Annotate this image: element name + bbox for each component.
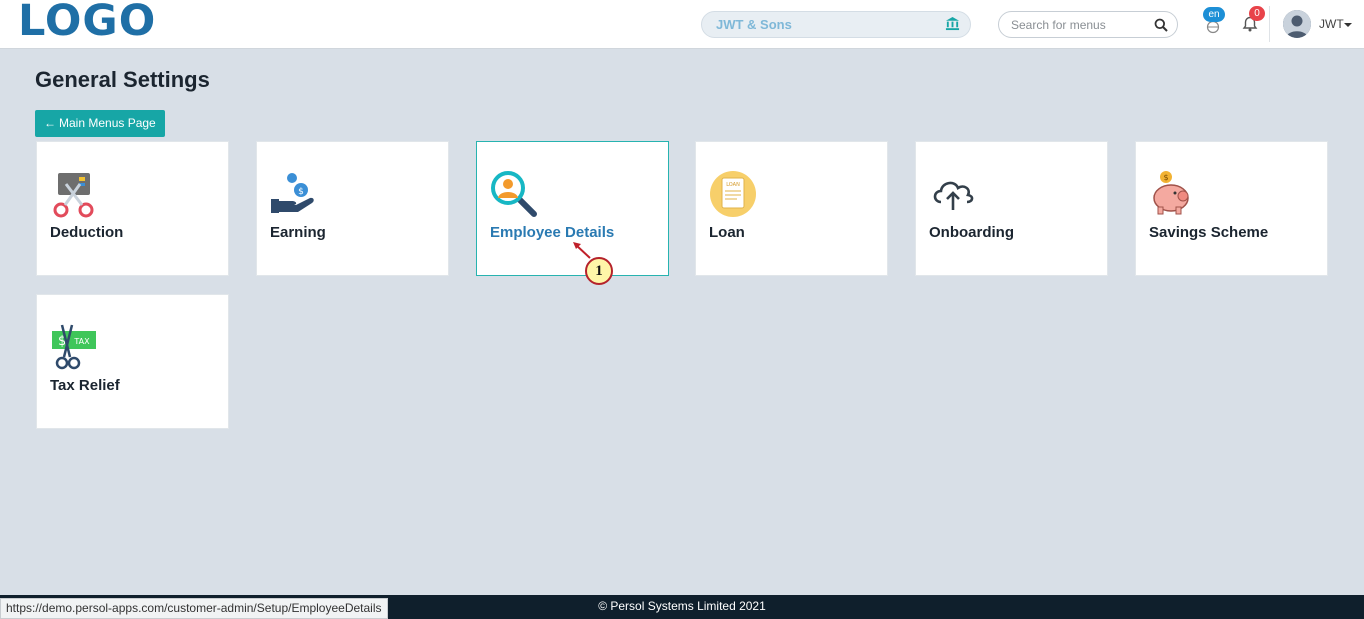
- piggy-bank-icon: $: [1153, 171, 1189, 215]
- svg-text:$: $: [1163, 173, 1168, 182]
- card-earning[interactable]: $ Earning: [256, 141, 449, 276]
- card-label: Savings Scheme: [1149, 224, 1269, 241]
- user-avatar-icon: [1283, 10, 1311, 38]
- card-onboarding[interactable]: Onboarding: [915, 141, 1108, 276]
- user-menu[interactable]: JWT: [1283, 10, 1353, 38]
- menu-search[interactable]: [998, 11, 1178, 38]
- loan-document-icon: LOAN: [710, 171, 756, 217]
- language-selector[interactable]: en: [1203, 7, 1225, 36]
- card-label: Onboarding: [929, 224, 1014, 241]
- arrow-left-icon: ←: [44, 116, 56, 130]
- language-badge: en: [1203, 7, 1225, 22]
- notifications-button[interactable]: 0: [1240, 6, 1265, 34]
- hand-coins-icon: $: [271, 173, 314, 213]
- globe-icon: [1206, 20, 1220, 34]
- top-navbar: LOGO JWT & Sons en 0: [0, 0, 1364, 49]
- scissors-card-icon: [53, 173, 94, 218]
- search-icon[interactable]: [1154, 18, 1168, 32]
- search-input[interactable]: [1011, 17, 1151, 33]
- browser-status-url: https://demo.persol-apps.com/customer-ad…: [0, 598, 388, 619]
- card-loan[interactable]: LOAN Loan: [695, 141, 888, 276]
- company-name: JWT & Sons: [716, 17, 792, 32]
- card-deduction[interactable]: Deduction: [36, 141, 229, 276]
- logo[interactable]: LOGO: [18, 0, 156, 44]
- page-title: General Settings: [35, 67, 210, 92]
- cloud-upload-icon: [933, 181, 974, 210]
- main-menus-page-label: Main Menus Page: [59, 116, 156, 130]
- magnifier-person-icon: [491, 171, 537, 217]
- step-marker: 1: [585, 257, 613, 285]
- company-selector[interactable]: JWT & Sons: [701, 11, 971, 38]
- bank-icon: [945, 16, 960, 31]
- svg-text:$: $: [298, 187, 304, 197]
- svg-text:TAX: TAX: [73, 337, 90, 346]
- card-savings-scheme[interactable]: $ Savings Scheme: [1135, 141, 1328, 276]
- main-menus-page-button[interactable]: ← Main Menus Page: [35, 110, 165, 137]
- notification-badge: 0: [1249, 6, 1265, 21]
- svg-text:LOAN: LOAN: [726, 182, 740, 188]
- card-tax-relief[interactable]: $ TAX Tax Relief: [36, 294, 229, 429]
- card-label: Tax Relief: [50, 377, 120, 394]
- user-name: JWT: [1319, 17, 1344, 31]
- avatar: [1283, 10, 1311, 38]
- caret-down-icon: [1344, 23, 1352, 27]
- card-label: Earning: [270, 224, 326, 241]
- header-divider: [1269, 6, 1270, 42]
- tax-scissors-icon: $ TAX: [52, 324, 96, 370]
- card-label: Loan: [709, 224, 745, 241]
- card-label: Deduction: [50, 224, 124, 241]
